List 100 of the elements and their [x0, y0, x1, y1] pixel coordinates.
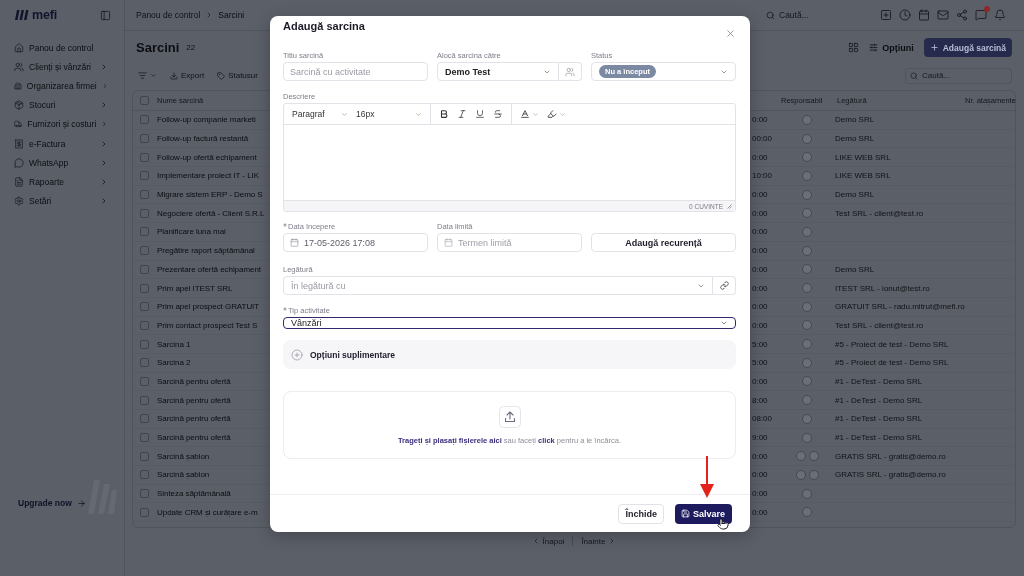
row-checkbox[interactable] — [139, 414, 149, 424]
status-filter[interactable]: Statusur — [215, 68, 260, 83]
logo-bars-icon — [14, 9, 29, 21]
calendar-icon — [290, 238, 299, 247]
sidebar-toggle-icon[interactable] — [100, 9, 111, 21]
clock-icon[interactable] — [899, 9, 911, 21]
row-checkbox[interactable] — [139, 227, 149, 237]
select-all-checkbox[interactable] — [139, 96, 149, 105]
row-checkbox[interactable] — [139, 190, 149, 200]
avatar-icon — [802, 376, 812, 387]
due-date-input[interactable]: Termen limită — [437, 233, 582, 252]
row-checkbox[interactable] — [139, 507, 149, 517]
due-time: 0:00 — [752, 376, 768, 386]
row-checkbox[interactable] — [139, 134, 149, 144]
options-button[interactable]: Opțiuni — [869, 42, 914, 53]
close-dialog-button[interactable]: Închide — [618, 503, 664, 524]
add-icon[interactable] — [880, 9, 892, 21]
task-name: Negociere ofertă - Client S.R.L — [157, 208, 265, 218]
avatar-icon — [802, 339, 812, 350]
grid-view-icon[interactable] — [848, 42, 860, 53]
bell-icon[interactable] — [994, 9, 1006, 21]
row-checkbox[interactable] — [139, 246, 149, 256]
font-size-select[interactable]: 16px — [356, 109, 422, 119]
truck-icon — [14, 119, 23, 130]
due-time: 0:00 — [752, 283, 768, 293]
row-checkbox[interactable] — [139, 264, 149, 274]
users-icon — [565, 66, 575, 77]
linked-entity: Demo SRL — [835, 264, 875, 274]
avatar-icon — [802, 170, 812, 181]
row-checkbox[interactable] — [139, 470, 149, 480]
breadcrumb-link[interactable]: Panou de control — [136, 10, 201, 20]
row-checkbox[interactable] — [139, 376, 149, 386]
sidebar-item[interactable]: Clienți și vânzări — [4, 57, 120, 77]
highlight-button[interactable] — [547, 109, 566, 119]
brand-name: mefi — [32, 8, 57, 22]
chat-icon[interactable] — [975, 9, 987, 21]
extra-options-toggle[interactable]: Opțiuni suplimentare — [283, 340, 736, 369]
row-checkbox[interactable] — [139, 320, 149, 330]
due-time: 0:00 — [752, 227, 768, 237]
task-name: Sarcină șablon — [157, 451, 210, 461]
row-checkbox[interactable] — [139, 433, 149, 443]
due-time: 0:00 — [752, 489, 768, 499]
linked-entity: Test SRL - client@test.ro — [835, 208, 924, 218]
upgrade-link[interactable]: Upgrade now — [18, 498, 86, 508]
linked-entity: Demo SRL — [835, 115, 875, 125]
underline-icon[interactable] — [475, 109, 485, 119]
search-icon — [766, 10, 775, 20]
previous-page-button[interactable]: Înapoi — [531, 536, 565, 546]
task-name: Prim apel ITEST SRL — [157, 283, 233, 293]
sidebar-item[interactable]: Organizarea firmei — [4, 76, 120, 96]
row-checkbox[interactable] — [139, 339, 149, 349]
next-page-button[interactable]: Înainte — [581, 536, 617, 546]
due-time: 0:00 — [752, 208, 768, 218]
task-name: Sarcină pentru ofertă — [157, 414, 231, 424]
sidebar-item[interactable]: Rapoarte — [4, 172, 120, 192]
chevron-down-icon — [532, 110, 539, 118]
row-checkbox[interactable] — [139, 115, 149, 125]
linked-entity: GRATIS SRL - gratis@demo.ro — [835, 470, 946, 480]
sidebar-item[interactable]: WhatsApp — [4, 153, 120, 173]
paragraph-select[interactable]: Paragraf — [292, 109, 348, 119]
assignee-select[interactable]: Demo Test — [437, 62, 559, 81]
activity-type-select[interactable]: Vânzări — [283, 317, 736, 329]
avatar-icon — [802, 133, 812, 144]
row-checkbox[interactable] — [139, 152, 149, 162]
row-checkbox[interactable] — [139, 302, 149, 312]
title-input[interactable]: Sarcină cu activitate — [283, 62, 428, 81]
assign-users-button[interactable] — [559, 62, 582, 81]
breadcrumb-current: Sarcini — [218, 10, 245, 20]
row-checkbox[interactable] — [139, 395, 149, 405]
resize-grip-icon[interactable] — [727, 203, 732, 209]
bold-icon[interactable] — [439, 109, 449, 119]
share-icon[interactable] — [956, 9, 968, 21]
row-checkbox[interactable] — [139, 171, 149, 181]
italic-icon[interactable] — [457, 109, 467, 119]
chevron-down-icon — [341, 110, 348, 118]
sidebar-item[interactable]: Furnizori și costuri — [4, 114, 120, 134]
export-button[interactable]: Export — [168, 68, 207, 83]
add-task-button[interactable]: Adaugă sarcină — [923, 38, 1012, 57]
sidebar-item[interactable]: Stocuri — [4, 95, 120, 115]
task-name: Implementare proiect IT - LIK — [157, 171, 259, 181]
calendar-icon[interactable] — [918, 9, 930, 21]
row-checkbox[interactable] — [139, 358, 149, 368]
link-button[interactable] — [713, 276, 736, 295]
close-icon[interactable] — [725, 28, 736, 39]
text-color-button[interactable] — [520, 109, 539, 119]
row-checkbox[interactable] — [139, 283, 149, 293]
mail-icon[interactable] — [937, 9, 949, 21]
sidebar-item[interactable]: e-Factura — [4, 133, 120, 154]
search-field[interactable]: Caută... — [762, 6, 874, 24]
table-search-field[interactable]: Caută... — [905, 67, 1012, 84]
sidebar-item[interactable]: Panou de control — [4, 38, 120, 58]
start-date-input[interactable]: 17-05-2026 17:08 — [283, 233, 428, 252]
sidebar-item[interactable]: Setări — [4, 191, 120, 211]
row-checkbox[interactable] — [139, 208, 149, 218]
link-select[interactable]: În legătură cu — [283, 276, 713, 295]
strikethrough-icon[interactable] — [493, 109, 503, 119]
save-button[interactable]: Salvare — [674, 503, 732, 524]
row-checkbox[interactable] — [139, 451, 149, 461]
row-checkbox[interactable] — [139, 489, 149, 499]
add-recurrence-button[interactable]: Adaugă recurență — [591, 233, 736, 252]
